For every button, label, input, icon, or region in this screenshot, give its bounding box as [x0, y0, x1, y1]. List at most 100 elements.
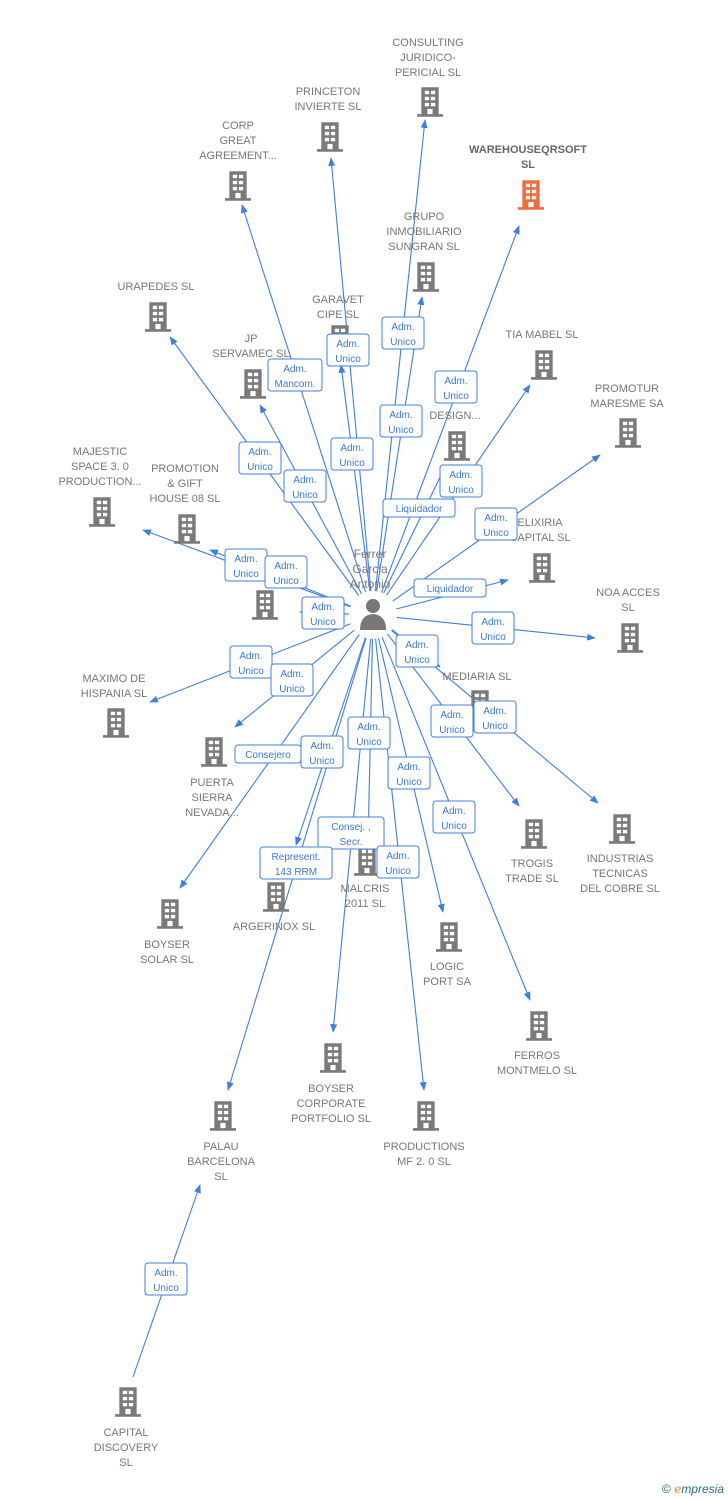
- role-badge[interactable]: Liquidador: [382, 498, 456, 518]
- role-badge[interactable]: Adm. Unico: [229, 645, 273, 679]
- badge-text: Unico: [385, 866, 411, 877]
- company-node[interactable]: BOYSER SOLAR SL: [140, 899, 194, 966]
- company-node[interactable]: PUERTA SIERRA NEVADA...: [185, 737, 239, 819]
- role-badge[interactable]: Adm. Unico: [238, 441, 282, 475]
- company-node[interactable]: NOA ACCES SL: [596, 587, 660, 653]
- company-node[interactable]: CORP GREAT AGREEMENT...: [199, 120, 277, 201]
- center-name-line: Ferrer: [354, 547, 387, 561]
- company-name-line: MF 2. 0 SL: [397, 1156, 451, 1168]
- company-node[interactable]: WAREHOUSEQRSOFT SL: [469, 144, 587, 210]
- badge-text: Adm.: [310, 741, 333, 752]
- role-badge[interactable]: Adm. Unico: [270, 663, 314, 697]
- building-icon: [444, 431, 470, 461]
- role-badge[interactable]: Represent. 143 RRM: [259, 846, 333, 880]
- company-node[interactable]: PROMOTION & GIFT HOUSE 08 SL: [150, 463, 221, 544]
- company-node[interactable]: LOGIC PORT SA: [423, 922, 472, 988]
- role-badge[interactable]: Adm. Unico: [381, 316, 425, 350]
- badge-text: Unico: [247, 462, 273, 473]
- company-name-line: PROMOTION: [151, 463, 219, 475]
- company-name-line: PORTFOLIO SL: [291, 1113, 371, 1125]
- role-badge[interactable]: Adm. Unico: [301, 596, 345, 630]
- badge-text: Unico: [396, 777, 422, 788]
- building-icon: [529, 553, 555, 583]
- role-badge[interactable]: Adm. Unico: [379, 404, 423, 438]
- badge-text: Adm.: [274, 561, 297, 572]
- company-node[interactable]: TROGIS TRADE SL: [505, 819, 559, 885]
- role-badge[interactable]: Adm. Unico: [387, 756, 431, 790]
- role-badge[interactable]: Consej. , Secr.: [317, 816, 385, 850]
- badge-text: Adm.: [481, 617, 504, 628]
- company-node[interactable]: FERROS MONTMELO SL: [497, 1011, 577, 1077]
- empresia-footer[interactable]: © empresia: [662, 1482, 724, 1496]
- role-badge[interactable]: Adm. Unico: [434, 370, 478, 404]
- building-icon: [413, 1101, 439, 1131]
- company-name-line: TECNICAS: [592, 868, 648, 880]
- center-person-node[interactable]: Ferrer Garcia Antonio: [350, 547, 391, 630]
- building-icon: [518, 180, 544, 210]
- badge-text: Adm.: [248, 447, 271, 458]
- company-name-line: LOGIC: [430, 961, 464, 973]
- company-node[interactable]: PALAU BARCELONA SL: [187, 1101, 256, 1183]
- role-badge[interactable]: Adm. Unico: [471, 611, 515, 645]
- company-node[interactable]: CONSULTING JURIDICO- PERICIAL SL: [392, 37, 464, 117]
- role-badge[interactable]: Adm. Unico: [300, 735, 344, 769]
- company-node[interactable]: URAPEDES SL: [117, 281, 195, 332]
- badge-text: 143 RRM: [275, 867, 317, 878]
- role-badge[interactable]: Adm. Unico: [326, 333, 370, 367]
- company-name-line: BOYSER: [144, 939, 190, 951]
- role-badge[interactable]: Adm. Unico: [264, 555, 308, 589]
- role-badge[interactable]: Adm. Unico: [439, 464, 483, 498]
- badge-text: Unico: [448, 485, 474, 496]
- building-icon: [174, 514, 200, 544]
- copyright-symbol: ©: [662, 1482, 671, 1496]
- company-node[interactable]: BOYSER CORPORATE PORTFOLIO SL: [291, 1043, 371, 1125]
- role-badge[interactable]: Adm. Unico: [395, 634, 439, 668]
- company-name-line: GRUPO: [404, 211, 445, 223]
- role-badge[interactable]: Consejero: [234, 744, 302, 764]
- company-name-line: AGREEMENT...: [199, 150, 277, 162]
- company-node[interactable]: GRUPO INMOBILIARIO SUNGRAN SL: [386, 211, 462, 292]
- badge-text: Mancom.: [274, 379, 315, 390]
- company-node[interactable]: CAPITAL DISCOVERY SL: [94, 1387, 159, 1469]
- company-name-line: WAREHOUSEQRSOFT: [469, 144, 587, 156]
- company-name-line: INDUSTRIAS: [587, 853, 654, 865]
- company-node[interactable]: ARGERINOX SL: [233, 882, 316, 933]
- building-icon: [354, 846, 380, 876]
- company-name-line: DISCOVERY: [94, 1442, 159, 1454]
- company-node[interactable]: ELIXIRIA CAPITAL SL: [509, 517, 571, 583]
- badge-text: Liquidador: [396, 504, 443, 515]
- company-name-line: PRODUCTION...: [58, 476, 141, 488]
- role-badge[interactable]: Adm. Unico: [283, 469, 327, 503]
- company-name-line: PRINCETON: [296, 86, 361, 98]
- role-badge[interactable]: Liquidador: [413, 578, 487, 598]
- role-badge[interactable]: Adm. Unico: [144, 1262, 188, 1296]
- badge-text: Adm.: [154, 1268, 177, 1279]
- role-badge[interactable]: Adm. Unico: [473, 700, 517, 734]
- badge-text: Adm.: [357, 722, 380, 733]
- company-node[interactable]: TIA MABEL SL: [506, 329, 579, 380]
- building-icon: [103, 708, 129, 738]
- role-badge[interactable]: Adm. Unico: [347, 716, 391, 750]
- company-node[interactable]: INDUSTRIAS TECNICAS DEL COBRE SL: [580, 814, 660, 895]
- company-node[interactable]: PRINCETON INVIERTE SL: [294, 86, 362, 152]
- role-badge[interactable]: Adm. Unico: [474, 507, 518, 541]
- role-badge[interactable]: Adm. Unico: [376, 845, 420, 879]
- company-node[interactable]: MAJESTIC SPACE 3. 0 PRODUCTION...: [58, 446, 142, 527]
- company-node[interactable]: [252, 590, 278, 620]
- role-badge[interactable]: Adm. Unico: [330, 437, 374, 471]
- company-name-line: GARAVET: [312, 294, 364, 306]
- company-node[interactable]: MAXIMO DE HISPANIA SL: [81, 673, 147, 738]
- company-name-line: INVIERTE SL: [294, 101, 361, 113]
- building-icon: [615, 418, 641, 448]
- role-badge[interactable]: Adm. Unico: [224, 548, 268, 582]
- center-name-line: Garcia: [352, 562, 388, 576]
- building-icon: [617, 623, 643, 653]
- role-badge[interactable]: Adm. Mancom.: [267, 358, 323, 392]
- company-name-line: PROMOTUR: [595, 383, 659, 395]
- role-badge[interactable]: Adm. Unico: [430, 704, 474, 738]
- company-name-line: TIA MABEL SL: [506, 329, 579, 341]
- company-node[interactable]: PRODUCTIONS MF 2. 0 SL: [383, 1101, 465, 1168]
- company-name-line: BOYSER: [308, 1083, 354, 1095]
- company-node[interactable]: PROMOTUR MARESME SA: [590, 383, 664, 448]
- role-badge[interactable]: Adm. Unico: [432, 800, 476, 834]
